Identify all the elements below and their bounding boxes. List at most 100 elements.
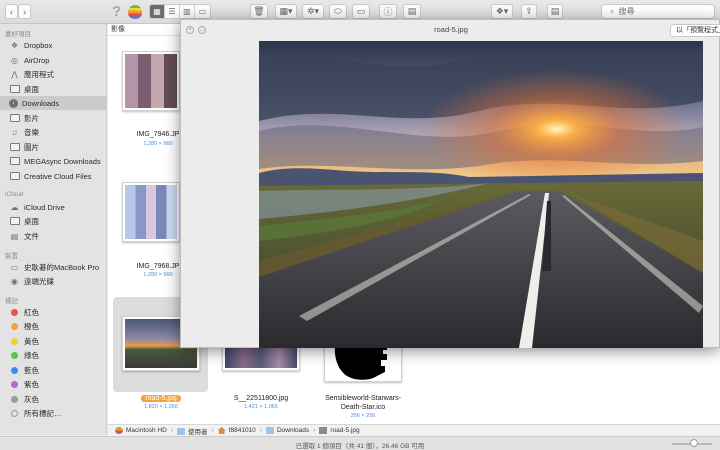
sidebar-tag-blue[interactable]: 藍色	[0, 363, 106, 377]
path-separator: ›	[170, 427, 173, 434]
arrange-menu-icon[interactable]: ▦▾	[275, 4, 297, 19]
quick-look-window[interactable]: × ↔ road-5.jpg 以「預覽程式」打開	[180, 19, 720, 348]
gear-icon[interactable]: ✲▾	[302, 4, 324, 19]
movies-icon	[9, 114, 20, 122]
tag-blue-icon	[11, 366, 18, 374]
applications-icon: ⋀	[11, 69, 18, 79]
sidebar-item-dropbox[interactable]: ❖ Dropbox	[0, 38, 106, 52]
file-thumbnail-img-7968[interactable]	[122, 182, 180, 242]
sidebar-item-downloads[interactable]: ↓ Downloads	[0, 96, 106, 110]
share-icon[interactable]: ⇪	[521, 4, 537, 19]
folder-icon	[9, 157, 20, 165]
pictures-icon	[9, 143, 20, 151]
file-dimensions: 256 × 256	[350, 413, 376, 419]
all-tags-icon	[11, 409, 18, 417]
sidebar-item-movies[interactable]: 影片	[0, 111, 106, 125]
sidebar-item-megasync[interactable]: MEGAsync Downloads	[0, 154, 106, 168]
search-field[interactable]: ⌕	[601, 4, 715, 19]
tag-green-icon	[11, 351, 18, 359]
desktop-icon	[9, 217, 20, 225]
icon-view-icon[interactable]: ▦	[150, 5, 165, 18]
icloud-icon: ☁	[10, 202, 19, 212]
folder-icon	[177, 428, 185, 436]
sidebar-heading-devices: 裝置	[5, 253, 18, 260]
sidebar-tag-green[interactable]: 綠色	[0, 348, 106, 362]
column-view-icon[interactable]: ▥	[180, 5, 195, 18]
path-bar: Macintosh HD › 使用者 › f8841010 › Download…	[108, 424, 720, 436]
path-item-users[interactable]: 使用者	[177, 426, 208, 436]
sidebar-item-icloud-desktop[interactable]: 桌面	[0, 214, 106, 228]
path-item-home[interactable]: f8841010	[217, 426, 256, 434]
info-icon[interactable]: ⓘ	[379, 4, 397, 19]
blurred-photo	[125, 54, 177, 108]
road-photo	[259, 41, 703, 348]
death-star-icon	[334, 346, 387, 380]
blurred-photo	[125, 185, 177, 239]
sidebar-item-documents[interactable]: ▤ 文件	[0, 229, 106, 243]
sidebar-heading-icloud: iCloud	[5, 191, 24, 198]
photo-thumbnail	[225, 348, 297, 368]
sidebar-item-music[interactable]: ♫ 音樂	[0, 125, 106, 139]
file-name-selected[interactable]: road-5.jpg	[141, 395, 181, 402]
file-dimensions: 1,820 × 1,260	[144, 404, 178, 410]
desktop-icon	[9, 85, 20, 93]
sidebar-toggle-icon[interactable]: ▤	[547, 4, 563, 19]
file-name-line2[interactable]: Death-Star.ico	[313, 404, 413, 411]
open-with-preview-button[interactable]: 以「預覽程式」打開	[670, 24, 720, 37]
music-icon: ♫	[11, 127, 18, 137]
file-thumbnail-s-22511800[interactable]	[222, 346, 300, 371]
sidebar-item-desktop[interactable]: 桌面	[0, 82, 106, 96]
tag-yellow-icon	[11, 337, 18, 345]
documents-icon: ▤	[10, 231, 19, 241]
trash-icon[interactable]: 🗑	[250, 4, 268, 19]
path-item-macintosh-hd[interactable]: Macintosh HD	[115, 426, 167, 434]
search-input[interactable]	[618, 7, 709, 16]
sidebar-all-tags[interactable]: 所有標記…	[0, 406, 106, 420]
gallery-view-icon[interactable]: ▭	[195, 5, 210, 18]
sidebar-item-airdrop[interactable]: ◎ AirDrop	[0, 53, 106, 67]
sidebar-tag-gray[interactable]: 灰色	[0, 392, 106, 406]
file-thumbnail-img-7946[interactable]	[122, 51, 180, 111]
sidebar-tag-yellow[interactable]: 黃色	[0, 334, 106, 348]
sidebar-item-applications[interactable]: ⋀ 應用程式	[0, 67, 106, 81]
apple-icon[interactable]	[128, 5, 142, 19]
new-folder-icon[interactable]: ▭	[352, 4, 370, 19]
file-dimensions: 1,421 × 1,065	[244, 404, 278, 410]
home-icon	[217, 426, 226, 434]
quick-look-title: road-5.jpg	[434, 25, 468, 34]
list-view-icon[interactable]: ☰	[165, 5, 180, 18]
sidebar-item-creative-cloud[interactable]: Creative Cloud Files	[0, 169, 106, 183]
sidebar-item-macbook[interactable]: ▭ 史耿碁的MacBook Pro	[0, 260, 106, 274]
folder-icon	[9, 172, 20, 180]
tag-icon[interactable]: ⬭	[329, 4, 347, 19]
status-text: 已選取 1 個項目（共 41 個），26.46 GB 可用	[295, 443, 425, 450]
sidebar-tag-red[interactable]: 紅色	[0, 305, 106, 319]
dropbox-menu-icon[interactable]: ❖▾	[491, 4, 513, 19]
icon-size-slider-knob[interactable]	[690, 439, 698, 447]
path-separator: ›	[211, 427, 214, 434]
downloads-icon: ↓	[9, 98, 18, 108]
sidebar-heading-favorites: 喜好項目	[5, 31, 31, 38]
disc-icon: ◉	[11, 276, 18, 286]
back-button[interactable]: ‹	[5, 4, 18, 19]
dropbox-icon: ❖	[10, 40, 19, 50]
help-icon[interactable]: ?	[112, 3, 121, 20]
drive-icon[interactable]: ▤	[403, 4, 421, 19]
file-name[interactable]: S__22511800.jpg	[221, 395, 301, 402]
airdrop-icon: ◎	[11, 55, 18, 65]
forward-button[interactable]: ›	[18, 4, 31, 19]
tag-orange-icon	[11, 322, 18, 330]
sidebar-item-remote-disc[interactable]: ◉ 遠端光碟	[0, 274, 106, 288]
laptop-icon: ▭	[10, 262, 19, 272]
view-mode-segment[interactable]: ▦ ☰ ▥ ▭	[149, 4, 211, 19]
path-item-file[interactable]: road-5.jpg	[319, 426, 360, 434]
file-thumbnail-death-star[interactable]	[324, 346, 402, 382]
file-name[interactable]: Sensibleworld-Starwars-	[313, 395, 413, 402]
sidebar-item-pictures[interactable]: 圖片	[0, 140, 106, 154]
search-icon: ⌕	[610, 6, 615, 16]
sidebar-tag-purple[interactable]: 紫色	[0, 377, 106, 391]
sidebar-tag-orange[interactable]: 橙色	[0, 319, 106, 333]
sidebar-item-icloud-drive[interactable]: ☁ iCloud Drive	[0, 200, 106, 214]
path-item-downloads[interactable]: Downloads	[265, 426, 309, 434]
path-separator: ›	[259, 427, 262, 434]
